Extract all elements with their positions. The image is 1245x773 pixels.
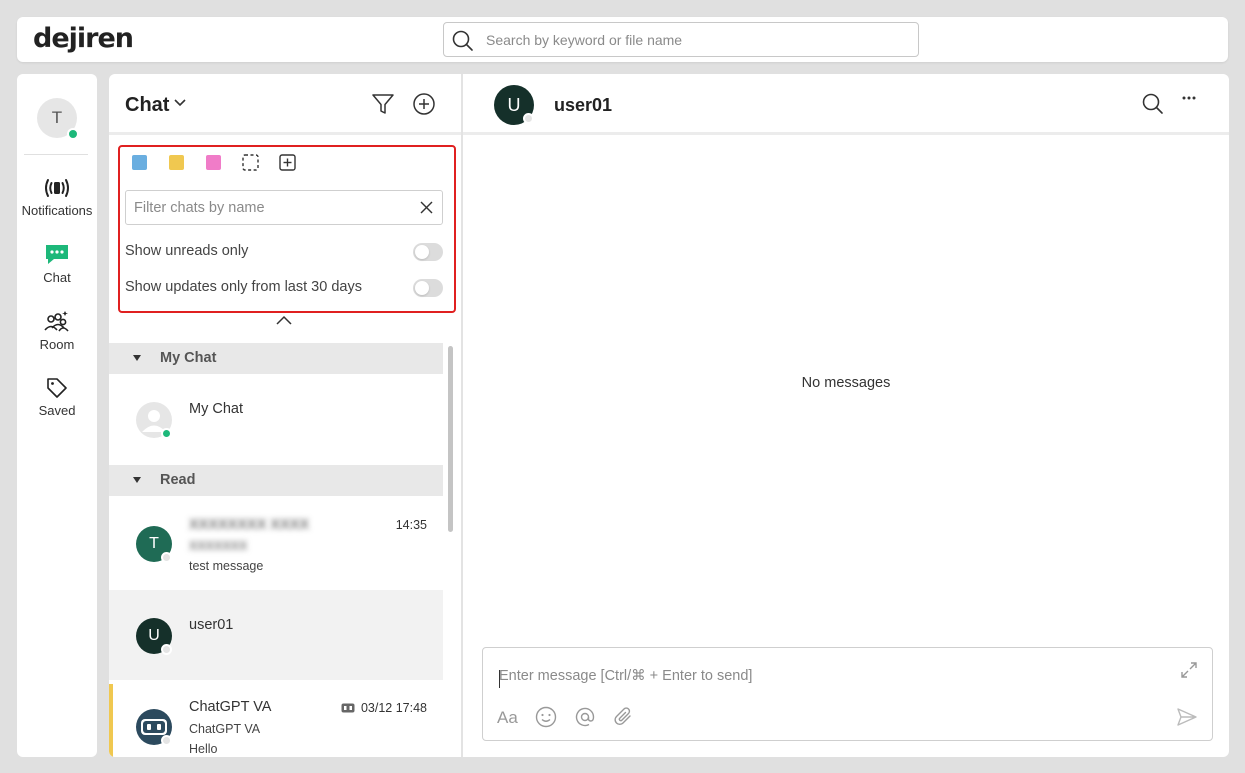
- app-logo[interactable]: dejiren: [33, 23, 134, 54]
- recent-only-toggle[interactable]: [413, 279, 443, 297]
- timestamp: 03/12 17:48: [360, 701, 427, 715]
- last-message: Hello: [189, 742, 218, 756]
- empty-state-text: No messages: [801, 375, 891, 391]
- unreads-only-label: Show unreads only: [125, 243, 249, 259]
- chat-row-selected[interactable]: U user01: [109, 590, 443, 680]
- collapse-triangle-icon: [133, 477, 141, 483]
- bot-badge-icon: [341, 703, 355, 713]
- emoji-icon[interactable]: [535, 706, 557, 728]
- last-message: test message: [189, 559, 264, 573]
- nav-item-room[interactable]: Room: [17, 310, 97, 352]
- message-input[interactable]: [499, 668, 1159, 692]
- nav-label-notifications: Notifications: [21, 203, 93, 218]
- expand-icon[interactable]: [1180, 661, 1198, 679]
- color-swatch-yellow[interactable]: [169, 155, 184, 170]
- header-divider: [463, 132, 1229, 135]
- nav-label-room: Room: [39, 337, 75, 352]
- color-swatch-blue[interactable]: [132, 155, 147, 170]
- my-avatar-initial: T: [51, 108, 63, 127]
- chat-sub-blurred: XXXXXXX: [189, 539, 248, 553]
- conversation-title[interactable]: user01: [554, 95, 612, 116]
- color-swatch-pink[interactable]: [206, 155, 221, 170]
- offline-status-dot: [161, 644, 172, 655]
- chat-subtitle: ChatGPT VA: [189, 722, 261, 736]
- chat-name-blurred: XXXXXXXX XXXX: [189, 517, 310, 533]
- tag-icon: [47, 378, 67, 398]
- nav-item-chat[interactable]: Chat: [17, 243, 97, 285]
- online-status-dot: [161, 428, 172, 439]
- message-composer[interactable]: Aa: [482, 647, 1213, 741]
- nav-label-saved: Saved: [38, 403, 76, 418]
- chevron-down-icon[interactable]: [174, 99, 186, 107]
- nav-divider: [24, 154, 88, 155]
- filter-icon[interactable]: [371, 92, 395, 116]
- chat-row[interactable]: T XXXXXXXX XXXX XXXXXXX test message 14:…: [109, 496, 443, 586]
- add-color-icon[interactable]: [279, 154, 296, 171]
- scrollbar[interactable]: [448, 346, 453, 532]
- select-area-icon[interactable]: [242, 154, 259, 171]
- filter-chats-field[interactable]: [125, 190, 443, 225]
- chevron-up-icon[interactable]: [276, 315, 292, 325]
- mention-icon[interactable]: [574, 706, 596, 728]
- close-icon[interactable]: [420, 201, 433, 214]
- timestamp: 14:35: [395, 518, 427, 532]
- offline-status-dot: [161, 552, 172, 563]
- format-text-button[interactable]: Aa: [497, 708, 518, 728]
- conversation-panel: U user01 No messages Aa: [463, 74, 1229, 757]
- chat-row[interactable]: ChatGPT VA ChatGPT VA Hello 03/12 17:48: [109, 684, 443, 757]
- notifications-icon: [45, 179, 69, 197]
- chat-list-title[interactable]: Chat: [125, 94, 169, 117]
- attachment-icon[interactable]: [613, 706, 635, 728]
- header-divider: [109, 132, 461, 135]
- global-search[interactable]: [443, 22, 919, 57]
- chat-row-my-chat[interactable]: My Chat: [109, 374, 443, 464]
- left-navigation: T Notifications Chat Room Saved: [17, 74, 97, 757]
- nav-item-saved[interactable]: Saved: [17, 376, 97, 418]
- send-icon[interactable]: [1176, 706, 1198, 728]
- add-chat-icon[interactable]: [412, 92, 436, 116]
- collapse-triangle-icon: [133, 355, 141, 361]
- chat-name: My Chat: [189, 401, 243, 417]
- chat-list-panel: Chat Show unreads only Show updates only…: [109, 74, 461, 757]
- online-status-dot: [67, 128, 79, 140]
- section-label: Read: [160, 472, 196, 488]
- filter-panel: Show unreads only Show updates only from…: [118, 145, 456, 313]
- recent-only-label: Show updates only from last 30 days: [125, 279, 362, 295]
- chat-name: user01: [189, 617, 234, 633]
- unreads-only-toggle[interactable]: [413, 243, 443, 261]
- top-bar: dejiren: [17, 17, 1228, 62]
- text-caret: [499, 670, 500, 688]
- section-header-my-chat[interactable]: My Chat: [109, 343, 443, 374]
- more-options-icon[interactable]: [1181, 94, 1197, 102]
- section-label: My Chat: [160, 350, 217, 366]
- chat-name: ChatGPT VA: [189, 699, 272, 715]
- nav-label-chat: Chat: [43, 270, 71, 285]
- offline-status-dot: [161, 735, 172, 746]
- search-input[interactable]: [486, 29, 906, 51]
- nav-item-notifications[interactable]: Notifications: [17, 176, 97, 218]
- search-icon[interactable]: [1142, 93, 1164, 115]
- room-icon: [44, 311, 69, 332]
- search-icon: [452, 30, 473, 51]
- offline-status-dot: [523, 113, 534, 124]
- chat-icon: [46, 245, 68, 264]
- section-header-read[interactable]: Read: [109, 465, 443, 496]
- filter-chats-input[interactable]: [134, 198, 404, 218]
